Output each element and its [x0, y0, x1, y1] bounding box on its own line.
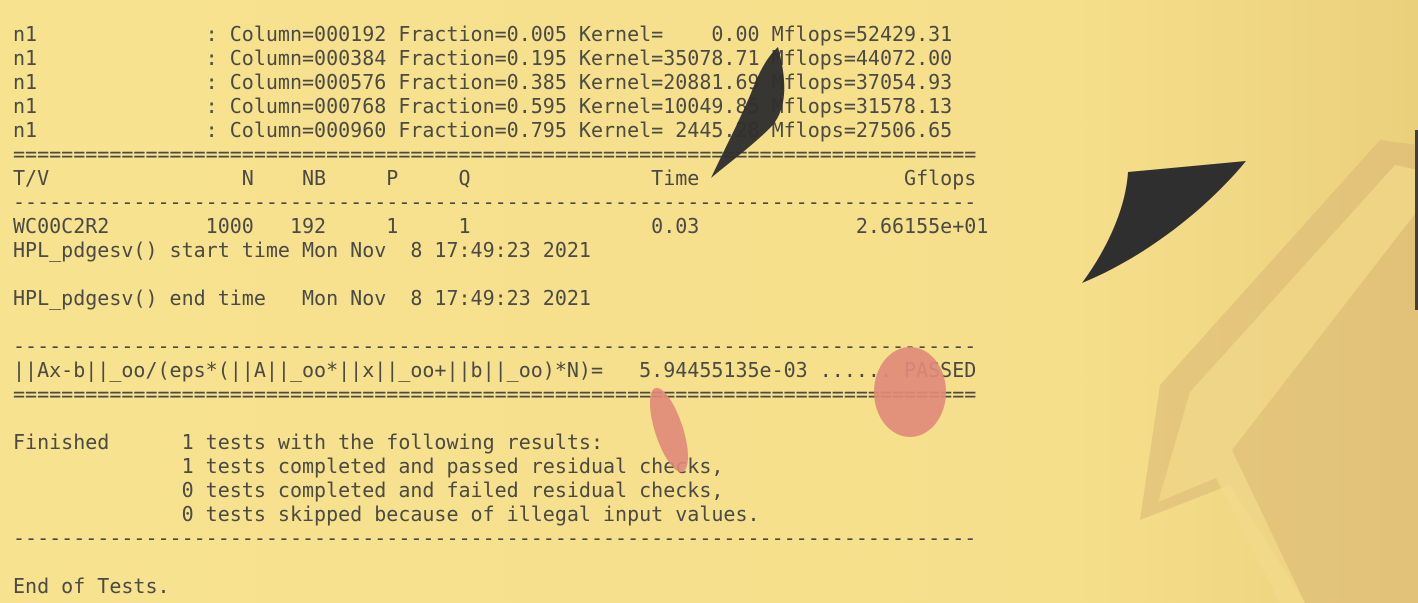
- terminal-line: n1 : Column=000192 Fraction=0.005 Kernel…: [13, 22, 953, 46]
- start-time-line: HPL_pdgesv() start time Mon Nov 8 17:49:…: [13, 238, 591, 262]
- end-time-line: HPL_pdgesv() end time Mon Nov 8 17:49:23…: [13, 286, 591, 310]
- separator-line: ----------------------------------------…: [13, 526, 977, 550]
- separator-line: ----------------------------------------…: [13, 190, 977, 214]
- terminal-line: n1 : Column=000768 Fraction=0.595 Kernel…: [13, 94, 953, 118]
- separator-line: ========================================…: [13, 142, 977, 166]
- terminal-output: n1 : Column=000192 Fraction=0.005 Kernel…: [13, 22, 988, 598]
- summary-line: 0 tests completed and failed residual ch…: [13, 478, 724, 502]
- table-header: T/V N NB P Q Time Gflops: [13, 166, 977, 190]
- summary-line: 0 tests skipped because of illegal input…: [13, 502, 760, 526]
- separator-line: ========================================…: [13, 382, 977, 406]
- separator-line: ----------------------------------------…: [13, 334, 977, 358]
- result-row: WC00C2R2 1000 192 1 1 0.03 2.66155e+01: [13, 214, 989, 238]
- terminal-line: n1 : Column=000384 Fraction=0.195 Kernel…: [13, 46, 953, 70]
- end-of-tests-line: End of Tests.: [13, 574, 170, 598]
- terminal-line: n1 : Column=000576 Fraction=0.385 Kernel…: [13, 70, 953, 94]
- residual-check-line: ||Ax-b||_oo/(eps*(||A||_oo*||x||_oo+||b|…: [13, 358, 977, 382]
- summary-line: 1 tests completed and passed residual ch…: [13, 454, 724, 478]
- terminal-line: n1 : Column=000960 Fraction=0.795 Kernel…: [13, 118, 953, 142]
- summary-line: Finished 1 tests with the following resu…: [13, 430, 604, 454]
